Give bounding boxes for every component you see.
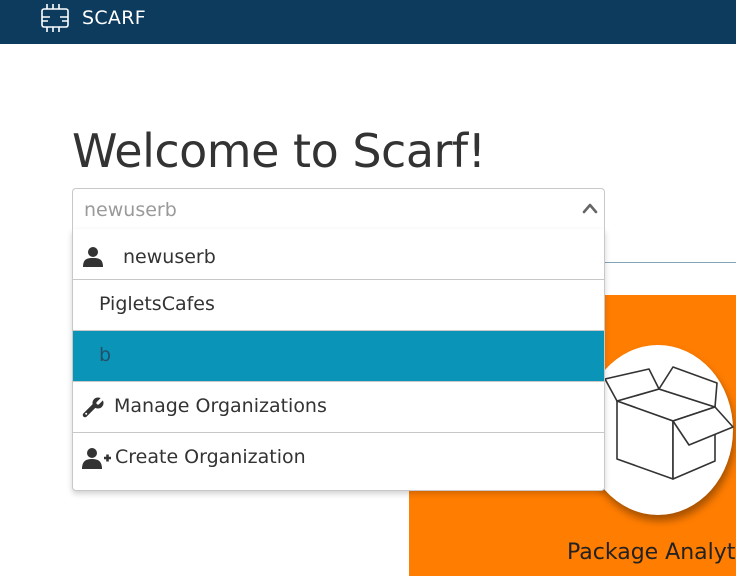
open-box-icon	[604, 366, 734, 480]
select-value: newuserb	[84, 199, 177, 221]
option-label: b	[99, 344, 112, 366]
organization-dropdown: newuserb PigletsCafes b Manage Organizat…	[72, 229, 605, 491]
option-b[interactable]: b	[73, 331, 604, 382]
wrench-icon	[82, 396, 106, 418]
create-organization-option[interactable]: Create Organization	[73, 433, 604, 483]
option-label: PigletsCafes	[99, 293, 215, 315]
page-title: Welcome to Scarf!	[72, 124, 486, 178]
option-label: Create Organization	[115, 446, 306, 468]
brand-name[interactable]: SCARF	[82, 7, 146, 29]
card-caption: Package Analytics	[567, 540, 736, 565]
organization-select[interactable]: newuserb	[72, 188, 605, 230]
option-user-newuserb[interactable]: newuserb	[73, 229, 604, 280]
user-plus-icon	[82, 448, 111, 469]
top-navbar: SCARF	[0, 0, 736, 44]
chip-icon[interactable]	[38, 3, 72, 33]
option-label: newuserb	[123, 246, 216, 268]
option-pigletscafes[interactable]: PigletsCafes	[73, 280, 604, 331]
option-label: Manage Organizations	[114, 395, 327, 417]
divider	[604, 262, 736, 263]
manage-organizations-option[interactable]: Manage Organizations	[73, 382, 604, 433]
chevron-up-icon[interactable]	[582, 201, 598, 215]
user-icon	[83, 247, 103, 267]
